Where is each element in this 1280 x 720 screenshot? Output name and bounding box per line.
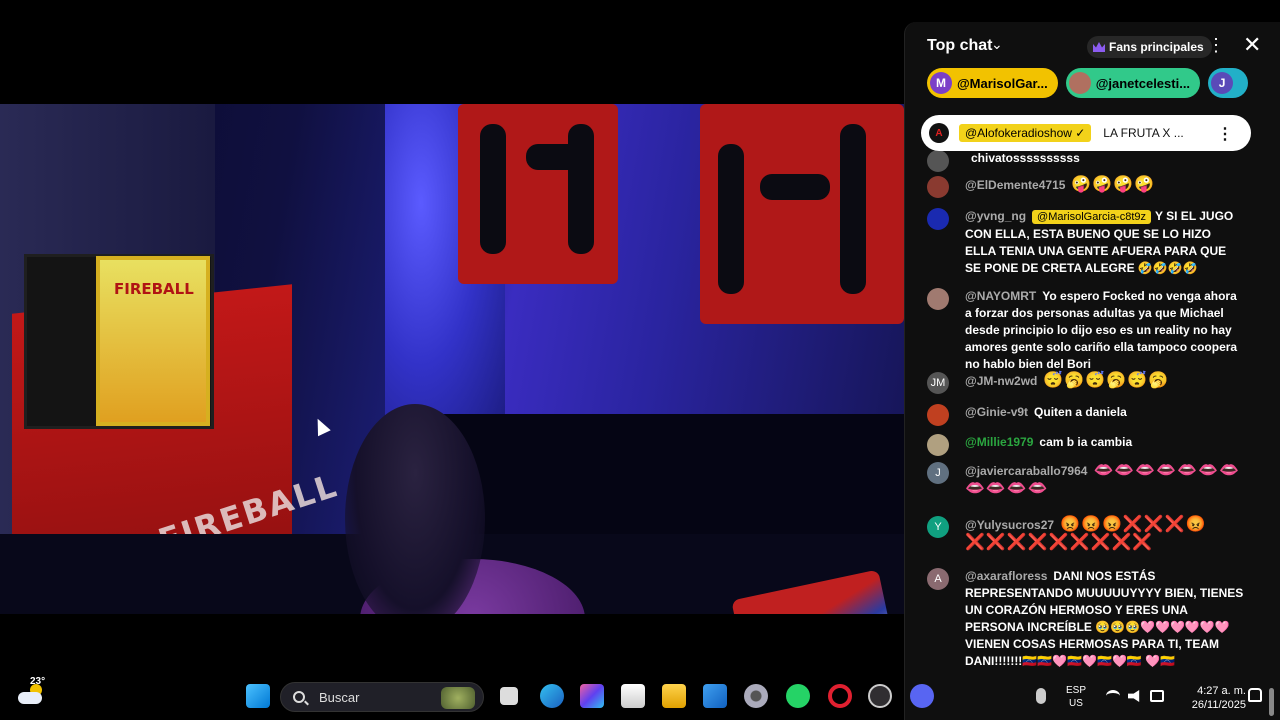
- chat-message: @NAYOMRT Yo espero Focked no venga ahora …: [927, 288, 1245, 373]
- volume-icon[interactable]: [1128, 690, 1140, 702]
- author-name[interactable]: @javiercaraballo7964: [965, 464, 1087, 478]
- wifi-icon[interactable]: [1106, 690, 1120, 702]
- chat-scrollbar[interactable]: [1269, 688, 1274, 716]
- chat-message: @Ginie-v9t Quiten a daniela: [927, 404, 1245, 426]
- settings-icon[interactable]: [744, 684, 768, 708]
- language-indicator[interactable]: ESP US: [1066, 684, 1086, 710]
- copilot-icon[interactable]: [580, 684, 604, 708]
- fans-label: Fans principales: [1109, 40, 1204, 54]
- pinned-text: LA FRUTA X ...: [1103, 126, 1184, 140]
- app-icon[interactable]: [703, 684, 727, 708]
- channel-logo-icon: A: [929, 123, 949, 143]
- search-highlight-icon: [441, 687, 475, 709]
- chevron-down-icon[interactable]: ⌄: [991, 36, 1003, 53]
- chat-messages: chivatossssssssss @ElDemente4715 🤪🤪🤪🤪 @yv…: [905, 140, 1280, 720]
- cloud-icon: [18, 692, 42, 704]
- chat-header: Top chat ⌄ Fans principales ⋮ ✕: [905, 22, 1280, 70]
- author-name[interactable]: @NAYOMRT: [965, 289, 1036, 303]
- top-chatters-chips: M @MarisolGar... @janetcelesti... J: [927, 68, 1280, 100]
- chat-message: A @axarafloress DANI NOS ESTÁS REPRESENTA…: [927, 568, 1245, 670]
- avatar: A: [927, 568, 949, 590]
- message-text: cam b ia cambia: [1039, 435, 1133, 449]
- windows-start-icon[interactable]: [246, 684, 270, 708]
- avatar: [927, 208, 949, 230]
- message-text: Quiten a daniela: [1034, 405, 1127, 419]
- chat-message: @ElDemente4715 🤪🤪🤪🤪: [927, 176, 1245, 198]
- more-vert-icon[interactable]: ⋮: [1207, 35, 1225, 55]
- time: 4:27 a. m.: [1197, 685, 1246, 697]
- taskbar-search[interactable]: Buscar: [280, 682, 484, 712]
- author-name[interactable]: @ElDemente4715: [965, 178, 1065, 192]
- avatar: [927, 404, 949, 426]
- avatar: [927, 434, 949, 456]
- microphone-icon[interactable]: [1036, 688, 1046, 704]
- weather-widget[interactable]: 23°: [16, 676, 46, 710]
- avatar: JM: [927, 372, 949, 394]
- search-icon: [293, 691, 305, 703]
- avatar: [1068, 72, 1091, 94]
- chat-message: J @javiercaraballo7964 👄👄👄👄👄👄👄👄👄👄👄: [927, 462, 1245, 498]
- avatar: J: [927, 462, 949, 484]
- video-red-panel: [458, 104, 618, 284]
- date: 26/11/2025: [1191, 699, 1246, 711]
- mention-badge[interactable]: @MarisolGarcia-c8t9z: [1032, 210, 1152, 224]
- chat-message: chivatossssssssss: [927, 150, 1245, 172]
- chip-label: @janetcelesti...: [1095, 75, 1191, 91]
- message-text: 😴🥱😴🥱😴🥱: [1043, 372, 1169, 389]
- live-chat-panel: Top chat ⌄ Fans principales ⋮ ✕ M @Maris…: [904, 22, 1280, 720]
- whatsapp-icon[interactable]: [786, 684, 810, 708]
- avatar: J: [1211, 72, 1234, 94]
- obs-icon[interactable]: [868, 684, 892, 708]
- system-tray: ESP US 4:27 a. m. 26/11/2025: [910, 672, 1280, 720]
- search-placeholder: Buscar: [319, 689, 360, 705]
- avatar: [927, 288, 949, 310]
- video-red-panel: [700, 104, 904, 324]
- chatter-chip[interactable]: J: [1208, 68, 1249, 98]
- fridge-logo: FIREBALL: [114, 280, 194, 298]
- discord-icon[interactable]: [910, 684, 934, 708]
- chat-message: @Millie1979 cam b ia cambia: [927, 434, 1245, 456]
- author-name[interactable]: @JM-nw2wd: [965, 374, 1037, 388]
- avatar: [927, 176, 949, 198]
- chat-message: @yvng_ng @MarisolGarcia-c8t9z Y SI EL JUGO…: [927, 208, 1245, 277]
- taskbar: 23° Buscar: [0, 672, 904, 720]
- file-explorer-icon[interactable]: [662, 684, 686, 708]
- battery-icon[interactable]: [1150, 690, 1164, 702]
- close-icon[interactable]: ✕: [1243, 32, 1261, 58]
- lang-region: US: [1069, 698, 1083, 709]
- task-view-icon[interactable]: [500, 687, 518, 705]
- fridge-screen: FIREBALL: [96, 256, 210, 426]
- author-name[interactable]: @axarafloress: [965, 569, 1047, 583]
- crown-icon: [1093, 42, 1105, 52]
- fans-principales-button[interactable]: Fans principales: [1087, 36, 1212, 58]
- message-text: 🤪🤪🤪🤪: [1071, 176, 1156, 193]
- clock[interactable]: 4:27 a. m. 26/11/2025: [1184, 684, 1246, 712]
- avatar: M: [930, 72, 952, 94]
- edge-icon[interactable]: [540, 684, 564, 708]
- message-text: chivatossssssssss: [971, 151, 1080, 165]
- opera-icon[interactable]: [828, 684, 852, 708]
- screen: FIREBALL FIREBALL Top chat ⌄ Fans princi…: [0, 0, 1280, 720]
- avatar: [927, 150, 949, 172]
- chat-message: Y @Yulysucros27 😡😡😡❌❌❌😡❌❌❌❌❌❌❌❌❌: [927, 516, 1245, 552]
- notification-bell-icon[interactable]: [1248, 688, 1262, 702]
- chat-mode-title[interactable]: Top chat: [927, 37, 992, 55]
- lang-code: ESP: [1066, 685, 1087, 696]
- avatar: Y: [927, 516, 949, 538]
- store-icon[interactable]: [621, 684, 645, 708]
- chat-message: JM @JM-nw2wd 😴🥱😴🥱😴🥱: [927, 372, 1245, 394]
- temperature: 23°: [30, 676, 46, 687]
- chip-label: @MarisolGar...: [957, 75, 1048, 91]
- pinned-message-banner[interactable]: A @Alofokeradioshow ✓ LA FRUTA X ... ⋮: [921, 115, 1251, 151]
- author-name[interactable]: @Millie1979: [965, 435, 1033, 449]
- author-name[interactable]: @Ginie-v9t: [965, 405, 1028, 419]
- author-name[interactable]: @Yulysucros27: [965, 518, 1054, 532]
- video-player[interactable]: FIREBALL FIREBALL: [0, 104, 904, 614]
- author-name[interactable]: @yvng_ng: [965, 209, 1026, 223]
- chatter-chip[interactable]: M @MarisolGar...: [927, 68, 1058, 98]
- chatter-chip[interactable]: @janetcelesti...: [1065, 68, 1201, 98]
- pinned-handle[interactable]: @Alofokeradioshow ✓: [959, 124, 1092, 142]
- message-text: DANI NOS ESTÁS REPRESENTANDO MUUUUUYYYY …: [965, 569, 1244, 668]
- more-vert-icon[interactable]: ⋮: [1217, 124, 1233, 144]
